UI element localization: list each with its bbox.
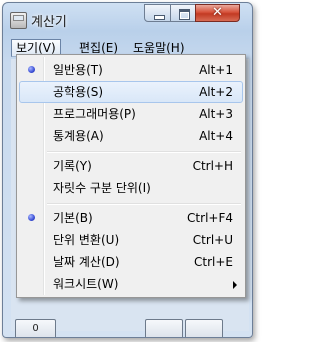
menu-item-label: 통계용(A) xyxy=(53,129,104,143)
close-button[interactable]: ✕ xyxy=(195,4,240,22)
menu-item-basic[interactable]: 기본(B) Ctrl+F4 xyxy=(19,207,243,229)
menu-item-label: 자릿수 구분 단위(I) xyxy=(53,181,151,195)
menu-item-programmer[interactable]: 프로그래머용(P) Alt+3 xyxy=(19,103,243,125)
menu-item-unit-conversion[interactable]: 단위 변환(U) Ctrl+U xyxy=(19,229,243,251)
window-title: 계산기 xyxy=(31,15,67,30)
menu-item-date-calculation[interactable]: 날짜 계산(D) Ctrl+E xyxy=(19,251,243,273)
menu-item-shortcut: Ctrl+E xyxy=(194,255,233,269)
radio-bullet-icon xyxy=(28,66,35,73)
menu-item-shortcut: Ctrl+F4 xyxy=(187,211,233,225)
menu-item-shortcut: Alt+4 xyxy=(199,129,233,143)
key-button[interactable] xyxy=(145,319,183,337)
menu-separator xyxy=(47,203,241,205)
menu-item-statistics[interactable]: 통계용(A) Alt+4 xyxy=(19,125,243,147)
key-button[interactable] xyxy=(185,319,223,337)
menu-item-label: 공학용(S) xyxy=(53,85,104,99)
menu-item-worksheets[interactable]: 워크시트(W) xyxy=(19,273,243,295)
menu-item-label: 일반용(T) xyxy=(53,63,103,77)
menu-item-shortcut: Alt+3 xyxy=(199,107,233,121)
view-menu-dropdown: 일반용(T) Alt+1 공학용(S) Alt+2 프로그래머용(P) Alt+… xyxy=(16,54,246,298)
menu-item-shortcut: Alt+2 xyxy=(199,85,233,99)
menu-item-label: 날짜 계산(D) xyxy=(53,255,120,269)
menu-item-label: 워크시트(W) xyxy=(53,277,119,291)
menu-item-digit-grouping[interactable]: 자릿수 구분 단위(I) xyxy=(19,177,243,199)
minimize-icon xyxy=(154,15,165,20)
menu-item-scientific[interactable]: 공학용(S) Alt+2 xyxy=(19,81,243,103)
menu-item-standard[interactable]: 일반용(T) Alt+1 xyxy=(19,59,243,81)
menu-separator xyxy=(47,151,241,153)
menu-item-label: 프로그래머용(P) xyxy=(53,107,136,121)
menu-item-label: 기본(B) xyxy=(53,211,93,225)
close-icon: ✕ xyxy=(212,5,223,20)
menu-item-label: 기록(Y) xyxy=(53,159,92,173)
menu-item-label: 단위 변환(U) xyxy=(53,233,120,247)
menu-item-shortcut: Ctrl+U xyxy=(192,233,233,247)
title-bar[interactable]: 계산기 ✕ xyxy=(3,3,252,31)
calculator-icon[interactable] xyxy=(10,12,27,29)
maximize-button[interactable] xyxy=(170,4,196,22)
key-button[interactable]: 0 xyxy=(15,319,56,337)
minimize-button[interactable] xyxy=(144,4,171,22)
submenu-arrow-icon xyxy=(233,281,237,289)
menu-item-history[interactable]: 기록(Y) Ctrl+H xyxy=(19,155,243,177)
maximize-icon xyxy=(179,9,190,20)
radio-bullet-icon xyxy=(28,214,35,221)
menu-item-shortcut: Ctrl+H xyxy=(192,159,233,173)
menu-item-shortcut: Alt+1 xyxy=(199,63,233,77)
